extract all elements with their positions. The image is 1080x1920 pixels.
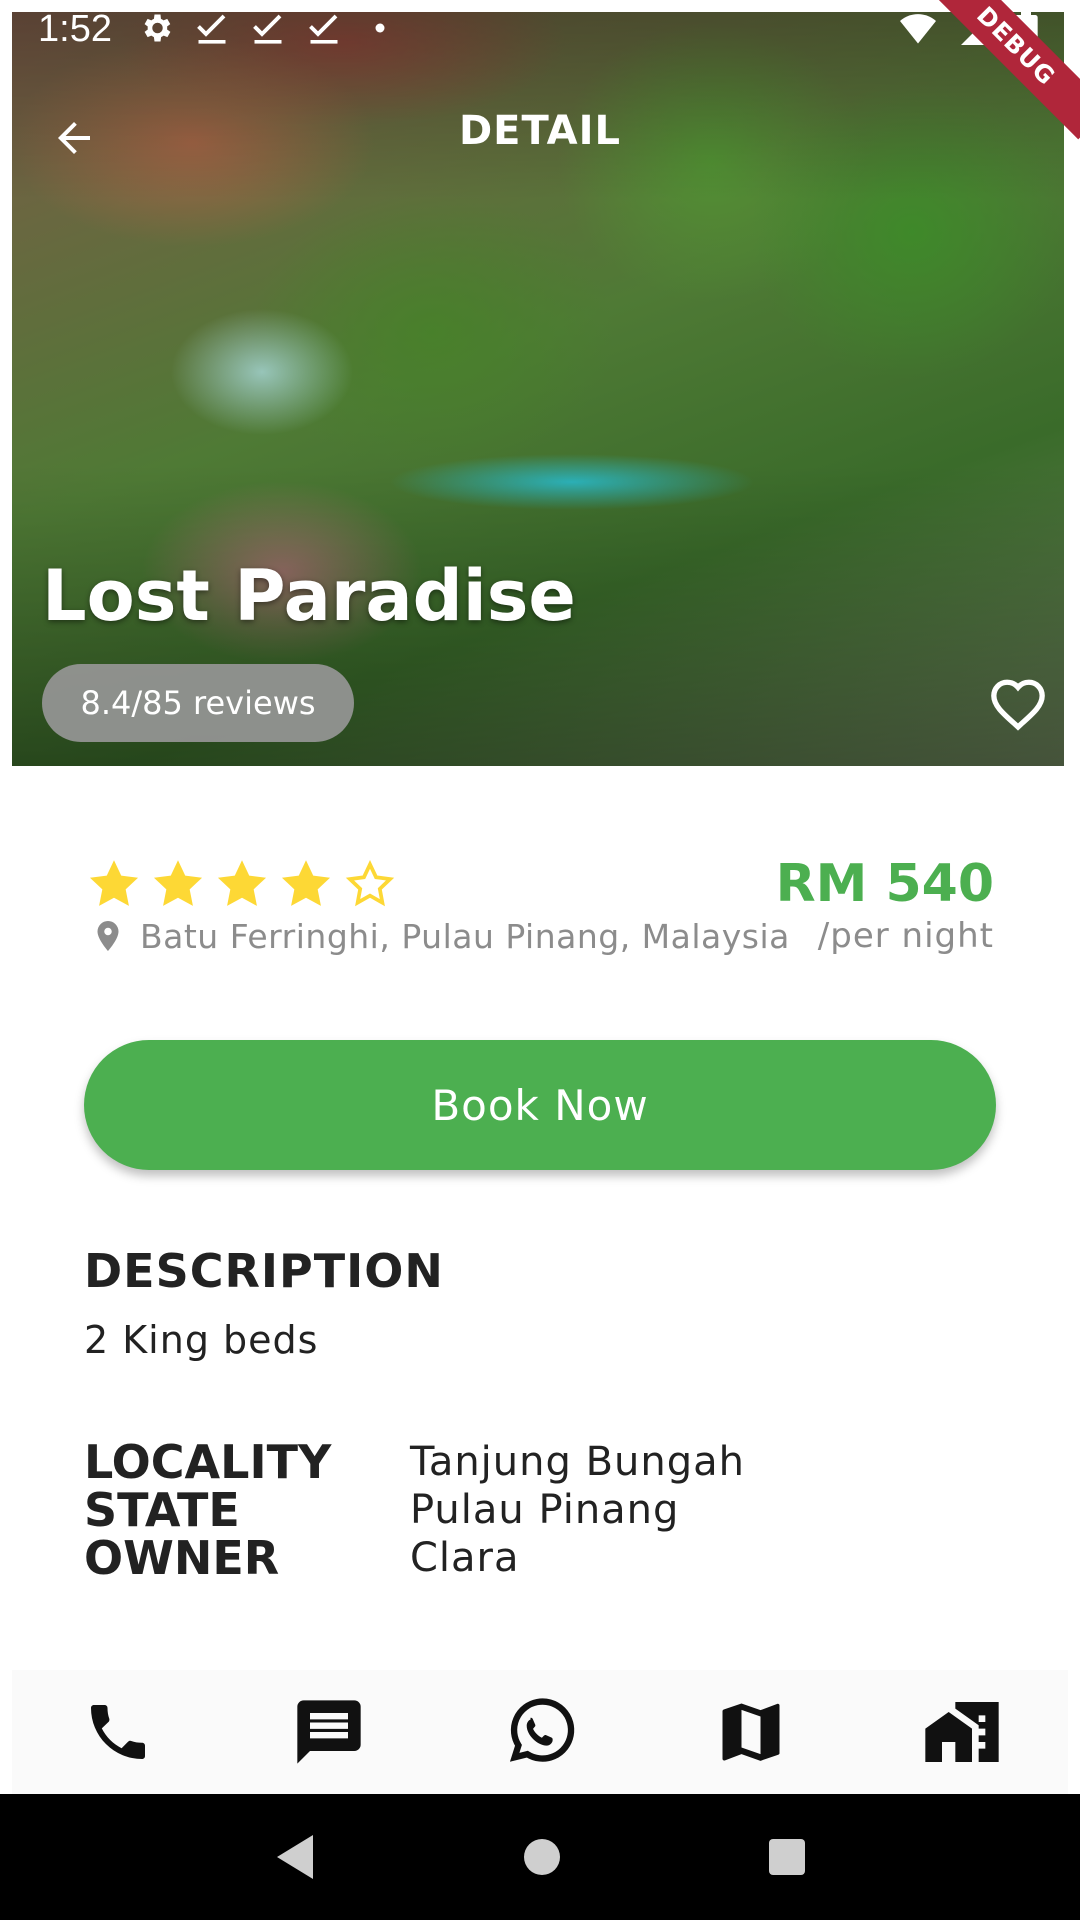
price-unit: /per night: [817, 916, 994, 956]
status-time: 1:52: [38, 8, 112, 50]
wifi-icon: [900, 14, 936, 44]
nav-back-icon[interactable]: [273, 1833, 317, 1881]
detail-row-locality: LOCALITY Tanjung Bungah: [84, 1438, 745, 1486]
star-outline-icon: [345, 860, 395, 907]
detail-label: STATE: [84, 1483, 240, 1537]
star-filled-icon: [217, 860, 267, 906]
call-button[interactable]: [73, 1687, 163, 1777]
detail-value: Tanjung Bungah: [410, 1439, 745, 1485]
detail-value: Pulau Pinang: [410, 1487, 680, 1533]
reviews-badge: 8.4/85 reviews: [42, 664, 354, 742]
star-rating: [86, 856, 398, 912]
description-heading: DESCRIPTION: [84, 1244, 444, 1298]
whatsapp-icon: [509, 1698, 575, 1762]
status-bar: 1:52: [0, 0, 1080, 62]
details-table: LOCALITY Tanjung Bungah STATE Pulau Pina…: [84, 1438, 745, 1582]
heart-outline-icon: [991, 679, 1045, 731]
location-pin-icon: [97, 921, 119, 951]
map-icon: [722, 1703, 780, 1761]
whatsapp-button[interactable]: [495, 1687, 585, 1777]
nav-home-icon[interactable]: [522, 1837, 562, 1877]
price-block: RM 540 /per night: [776, 854, 994, 956]
detail-label: OWNER: [84, 1531, 280, 1585]
check-icon: [253, 14, 282, 44]
check-icon: [309, 14, 338, 44]
property-button[interactable]: [917, 1687, 1007, 1777]
location-text: Batu Ferringhi, Pulau Pinang, Malaysia: [140, 916, 790, 956]
check-icon: [197, 14, 226, 44]
detail-value: Clara: [410, 1535, 520, 1581]
bottom-action-bar: [12, 1670, 1068, 1794]
message-icon: [297, 1700, 361, 1764]
message-button[interactable]: [284, 1687, 374, 1777]
home-work-icon: [925, 1702, 1000, 1762]
star-filled-icon: [281, 860, 331, 906]
map-button[interactable]: [706, 1687, 796, 1777]
star-filled-icon: [89, 860, 139, 906]
detail-row-state: STATE Pulau Pinang: [84, 1486, 745, 1534]
screen-title: DETAIL: [458, 108, 622, 154]
price-amount: RM 540: [775, 854, 994, 914]
book-now-button[interactable]: Book Now: [84, 1040, 996, 1170]
detail-label: LOCALITY: [84, 1435, 332, 1489]
favorite-button[interactable]: [986, 674, 1050, 734]
hotel-name: Lost Paradise: [42, 555, 576, 637]
system-navigation-bar: [0, 1794, 1080, 1920]
notification-dot-icon: [375, 23, 385, 33]
location-row: Batu Ferringhi, Pulau Pinang, Malaysia: [90, 916, 790, 956]
settings-icon: [144, 14, 171, 42]
phone-icon: [90, 1705, 145, 1759]
detail-row-owner: OWNER Clara: [84, 1534, 745, 1582]
nav-recents-icon[interactable]: [767, 1837, 807, 1877]
description-text: 2 King beds: [84, 1318, 319, 1362]
star-filled-icon: [153, 860, 203, 906]
